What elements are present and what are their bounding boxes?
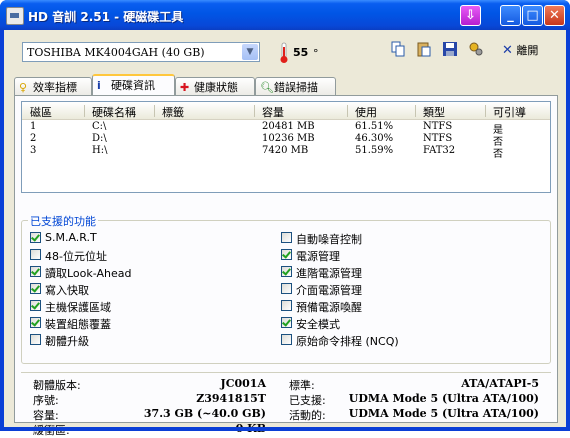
capacity-value: 37.3 GB (~40.0 GB) — [143, 407, 266, 420]
partition-list[interactable]: 磁區 硬碟名稱 標籤 容量 使用 類型 可引導 1 C:\ 20481 MB 6… — [21, 101, 551, 193]
benchmark-icon: ♀ — [19, 81, 28, 94]
exit-icon: ✕ — [502, 43, 513, 58]
column-header[interactable]: 硬碟名稱 — [92, 104, 136, 120]
column-header[interactable]: 容量 — [262, 104, 284, 120]
tab-error-scan[interactable]: 🔍︎錯誤掃描 — [255, 77, 336, 95]
drive-info-panel: 磁區 硬碟名稱 標籤 容量 使用 類型 可引導 1 C:\ 20481 MB 6… — [14, 95, 558, 437]
app-icon[interactable] — [6, 7, 24, 25]
download-button[interactable]: ⇩ — [460, 5, 481, 26]
info-icon: i — [97, 79, 101, 92]
tab-info[interactable]: i 硬碟資訊 — [92, 74, 175, 96]
tab-benchmark[interactable]: ♀ 效率指標 — [14, 77, 92, 95]
features-title: 已支援的功能 — [28, 213, 98, 229]
tab-label: 健康狀態 — [194, 81, 238, 94]
serial-value: Z3941815T — [196, 392, 266, 405]
maximize-button[interactable]: □ — [522, 5, 543, 26]
paste-icon[interactable] — [413, 41, 435, 63]
chevron-down-icon[interactable]: ▼ — [242, 44, 258, 60]
save-icon[interactable] — [439, 41, 461, 63]
serial-label: 序號: — [33, 394, 59, 407]
partition-row[interactable]: 1 C:\ 20481 MB 61.51% NTFS 是 — [22, 121, 550, 136]
health-icon: ✚ — [180, 81, 190, 94]
column-header[interactable]: 使用 — [355, 104, 377, 120]
minimize-button[interactable]: _ — [500, 5, 521, 26]
tab-label: 效率指標 — [33, 81, 77, 94]
drive-select[interactable]: TOSHIBA MK4004GAH (40 GB) ▼ — [22, 42, 260, 62]
divider — [21, 372, 551, 373]
celsius-icon: ° — [313, 47, 319, 60]
column-header[interactable]: 類型 — [423, 104, 445, 120]
capacity-label: 容量: — [33, 409, 59, 422]
title-bar[interactable]: HD 音訓 2.51 - 硬磁碟工具 ⇩ _ □ ✕ — [0, 0, 570, 30]
close-button[interactable]: ✕ — [544, 5, 565, 26]
drive-select-value: TOSHIBA MK4004GAH (40 GB) — [27, 46, 205, 59]
tab-label: 錯誤掃描 — [274, 81, 318, 94]
partition-list-header: 磁區 硬碟名稱 標籤 容量 使用 類型 可引導 — [22, 102, 550, 120]
standard-value: ATA/ATAPI-5 — [461, 377, 539, 390]
tab-health[interactable]: ✚ 健康狀態 — [175, 77, 255, 95]
active-mode-value: UDMA Mode 5 (Ultra ATA/100) — [348, 407, 539, 420]
window-frame-bottom — [0, 427, 570, 431]
temperature-value: 55 — [293, 46, 309, 59]
exit-label: 離開 — [516, 44, 539, 57]
exit-button[interactable]: ✕ 離開 — [502, 42, 538, 62]
partition-row[interactable]: 3 H:\ 7420 MB 51.59% FAT32 否 — [22, 145, 550, 160]
tab-label: 硬碟資訊 — [111, 79, 155, 92]
column-header[interactable]: 磁區 — [30, 104, 52, 120]
supported-features-group: 已支援的功能 S.M.A.R.T 48-位元位址 讀取Look-Ahead 寫入… — [21, 213, 551, 364]
partition-row[interactable]: 2 D:\ 10236 MB 46.30% NTFS 否 — [22, 133, 550, 148]
active-mode-label: 活動的: — [289, 409, 326, 422]
firmware-label: 韌體版本: — [33, 379, 81, 392]
scan-icon: 🔍︎ — [260, 81, 274, 94]
thermometer-icon — [280, 42, 288, 63]
column-header[interactable]: 標籤 — [162, 104, 184, 120]
supported-mode-value: UDMA Mode 5 (Ultra ATA/100) — [348, 392, 539, 405]
client-area: TOSHIBA MK4004GAH (40 GB) ▼ 55 ° ✕ 離開 ♀ … — [4, 30, 566, 437]
firmware-value: JC001A — [220, 377, 266, 390]
column-header[interactable]: 可引導 — [493, 104, 526, 120]
copy-icon[interactable] — [387, 41, 409, 63]
app-window: HD 音訓 2.51 - 硬磁碟工具 ⇩ _ □ ✕ TOSHIBA MK400… — [0, 0, 570, 437]
standard-label: 標準: — [289, 379, 315, 392]
window-title: HD 音訓 2.51 - 硬磁碟工具 — [28, 10, 184, 24]
options-icon[interactable] — [465, 41, 487, 63]
supported-mode-label: 已支援: — [289, 394, 326, 407]
